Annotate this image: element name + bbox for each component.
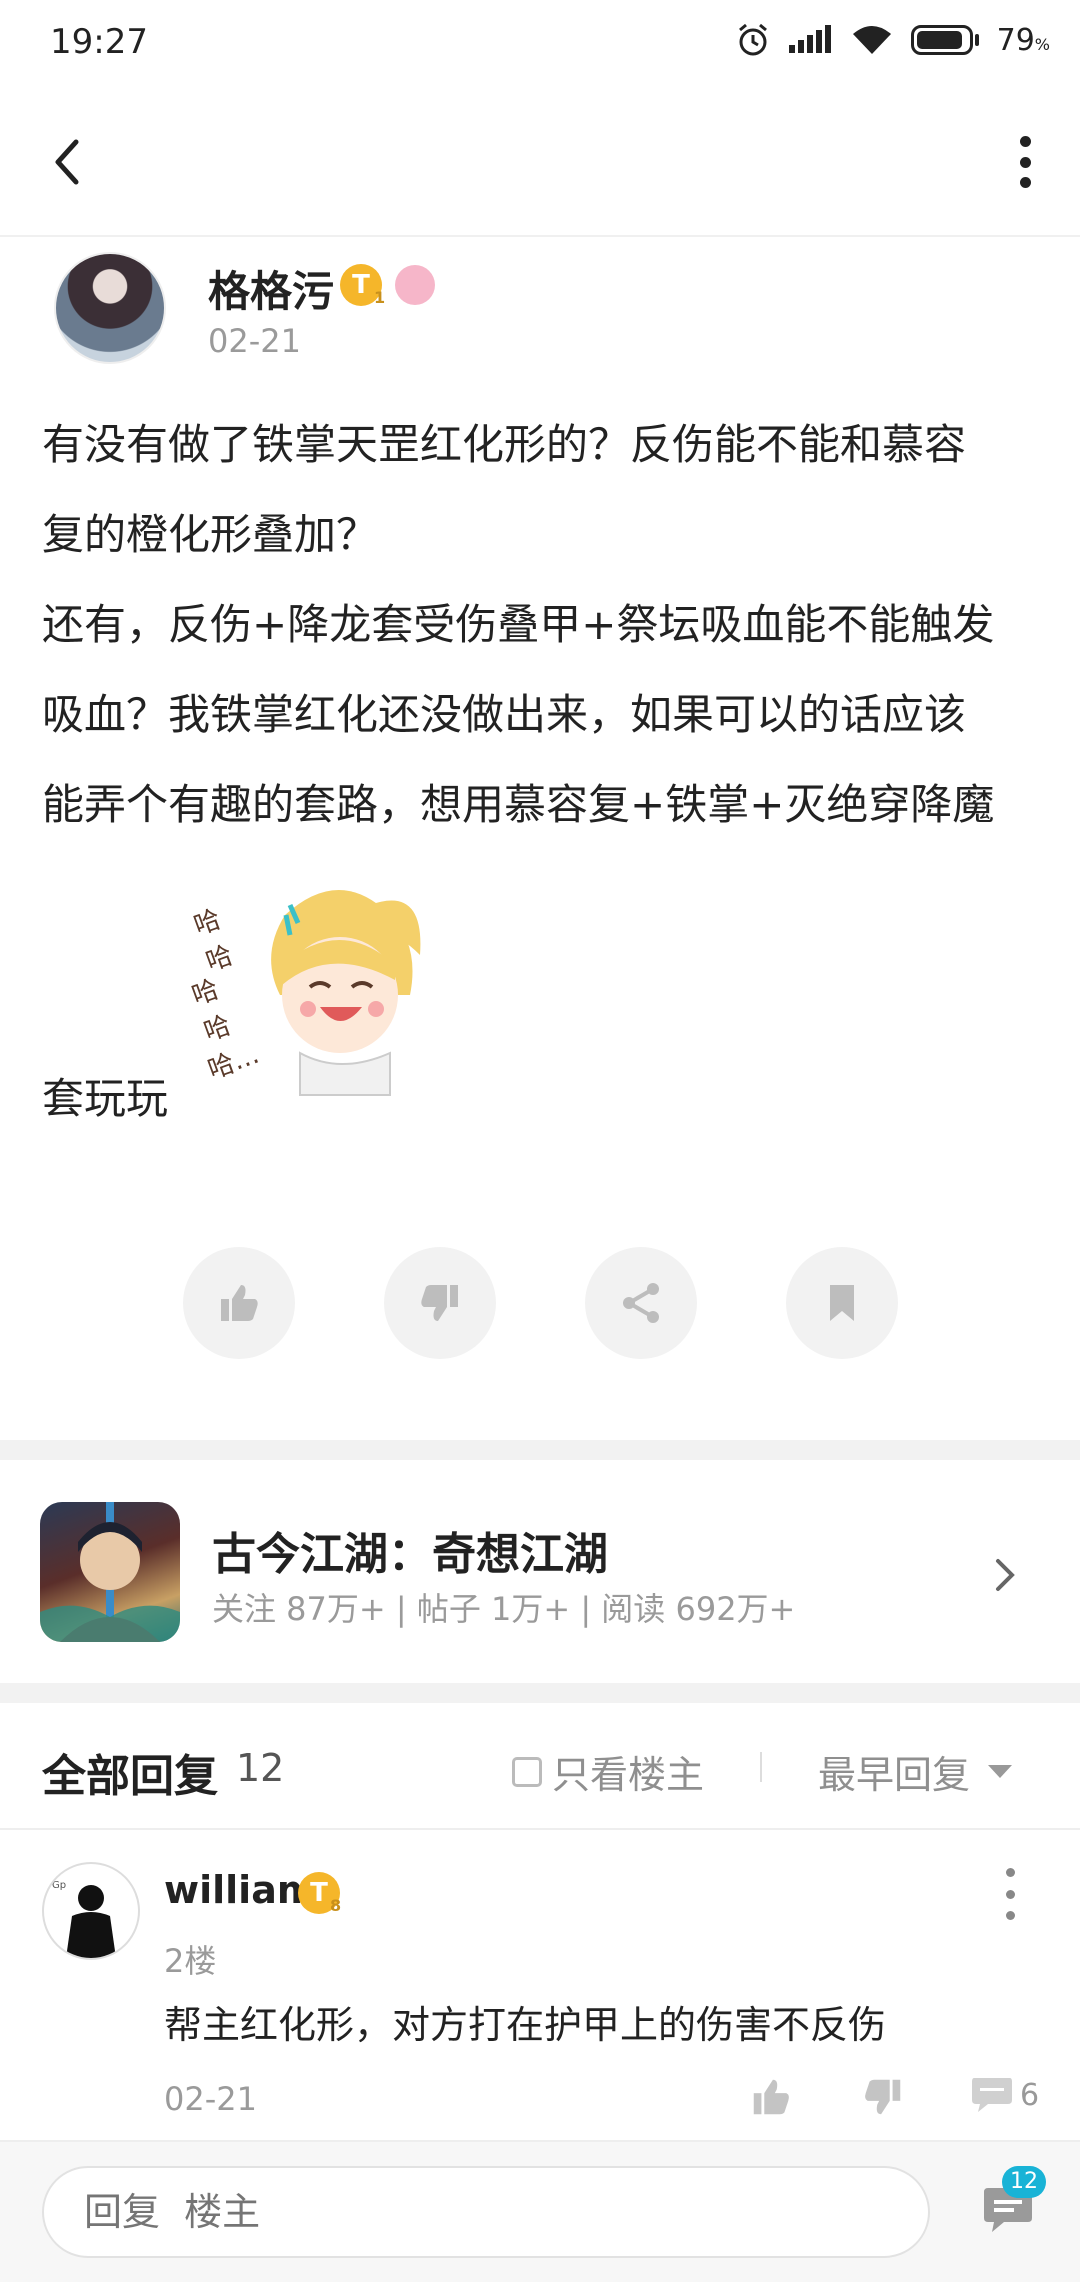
post-line: 还有，反伤+降龙套受伤叠甲+祭坛吸血能不能触发 [42, 600, 995, 649]
more-options-icon[interactable] [1010, 130, 1040, 194]
battery-percent: 79% [996, 22, 1050, 58]
sort-dropdown[interactable]: 最早回复 [818, 1744, 1013, 1799]
author-name[interactable]: 格格污 [208, 258, 334, 319]
wifi-icon [852, 26, 891, 54]
reply-floor: 2楼 [164, 1942, 217, 1980]
status-bar: 19:27 79% [0, 0, 1080, 90]
forum-stats: 关注 87万+ | 帖子 1万+ | 阅读 692万+ [212, 1590, 796, 1628]
checkbox-icon [512, 1756, 542, 1787]
reply-comment-button[interactable]: 6 [970, 2074, 1039, 2116]
svg-text:哈: 哈 [202, 940, 237, 977]
post-tail-text: 套玩玩 [42, 1074, 169, 1123]
dropdown-arrow-icon [988, 1765, 1013, 1778]
sort-label: 最早回复 [818, 1753, 971, 1797]
author-medal-icon [395, 265, 435, 305]
post-line: 有没有做了铁掌天罡红化形的？反伤能不能和慕容 [42, 420, 967, 469]
reply-text: 帮主红化形，对方打在护甲上的伤害不反伤 [164, 2003, 887, 2047]
all-replies-title: 全部回复 [42, 1751, 218, 1802]
thumbs-down-icon [421, 1285, 458, 1321]
post-line: 吸血？我铁掌红化还没做出来，如果可以的话应该 [42, 690, 967, 739]
bookmark-button[interactable] [786, 1247, 898, 1359]
only-owner-toggle[interactable]: 只看楼主 [512, 1744, 704, 1799]
comment-icon [972, 2078, 1012, 2112]
reply-author-name[interactable]: william [164, 1868, 316, 1912]
divider [0, 1828, 1080, 1830]
author-avatar[interactable] [54, 252, 166, 364]
laughing-sticker: 哈 哈 哈 哈 哈… [190, 890, 421, 1096]
separator [760, 1752, 762, 1782]
svg-text:Gp: Gp [52, 1880, 66, 1891]
comments-count-badge: 12 [1002, 2166, 1046, 2198]
reply-input[interactable] [42, 2166, 930, 2258]
chevron-right-icon [996, 1559, 1015, 1591]
signal-icon [788, 25, 831, 53]
only-owner-label: 只看楼主 [552, 1753, 705, 1797]
reply-like-icon[interactable] [748, 2074, 794, 2120]
back-icon[interactable] [40, 130, 104, 194]
share-button[interactable] [585, 1247, 697, 1359]
reply-avatar[interactable]: Gp [42, 1862, 140, 1960]
forum-game-icon [40, 1502, 180, 1642]
reply-dislike-icon[interactable] [860, 2074, 906, 2120]
reply-comment-count: 6 [1020, 2077, 1040, 2113]
battery-icon [910, 25, 973, 55]
share-icon [623, 1283, 659, 1323]
like-button[interactable] [183, 1247, 295, 1359]
replies-count: 12 [236, 1746, 285, 1790]
bookmark-icon [830, 1285, 854, 1321]
status-time: 19:27 [50, 22, 148, 62]
status-icons: 79% [735, 22, 1050, 58]
thumbs-up-icon [221, 1285, 258, 1321]
author-level-number: 1 [374, 288, 386, 307]
section-divider [0, 1440, 1080, 1460]
nav-bar [0, 90, 1080, 237]
dislike-button[interactable] [384, 1247, 496, 1359]
forum-title: 古今江湖：奇想江湖 [212, 1529, 608, 1580]
svg-text:哈: 哈 [190, 904, 225, 941]
reply-more-icon[interactable] [1000, 1868, 1020, 1920]
reply-level-number: 8 [330, 1896, 342, 1915]
post-line: 能弄个有趣的套路，想用慕容复+铁掌+灭绝穿降魔 [42, 780, 995, 829]
reply-date: 02-21 [164, 2080, 257, 2118]
post-date: 02-21 [208, 322, 301, 360]
alarm-icon [738, 23, 767, 56]
battery-nub [974, 34, 979, 46]
svg-text:哈: 哈 [200, 1010, 235, 1047]
post-body: 有没有做了铁掌天罡红化形的？反伤能不能和慕容 复的橙化形叠加？ 还有，反伤+降龙… [42, 400, 1042, 850]
post-line: 复的橙化形叠加？ [42, 510, 379, 559]
svg-text:哈: 哈 [190, 974, 223, 1011]
section-divider [0, 1683, 1080, 1703]
